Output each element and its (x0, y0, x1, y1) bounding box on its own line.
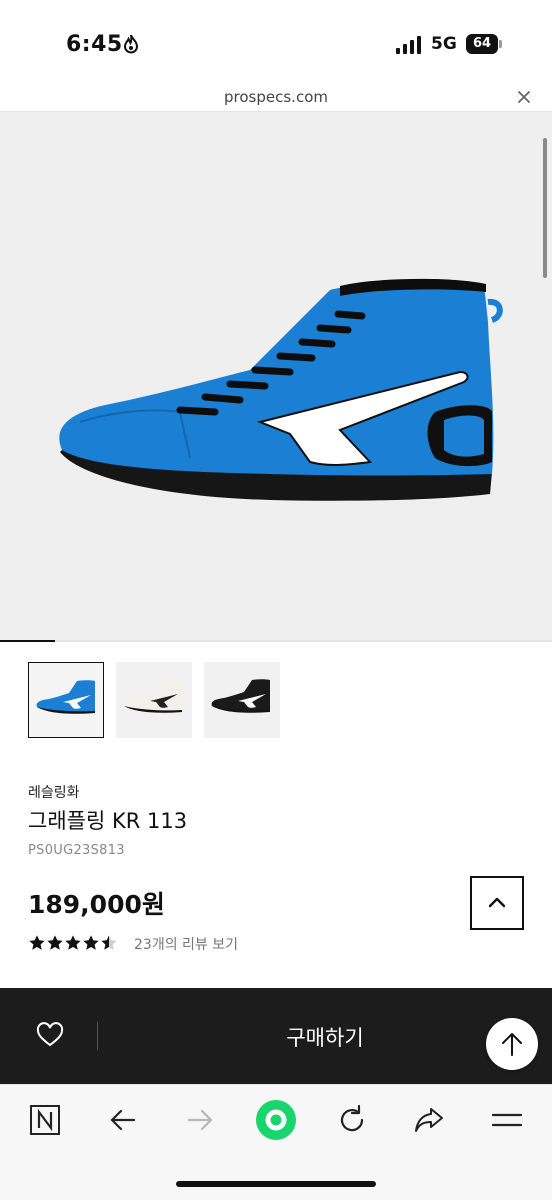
battery-level: 64 (466, 34, 498, 54)
forward-arrow-icon[interactable] (183, 1103, 217, 1137)
home-indicator (176, 1181, 376, 1187)
product-image[interactable] (40, 262, 510, 532)
product-image-gallery[interactable] (0, 112, 552, 640)
battery-icon: 64 (466, 34, 502, 54)
product-category[interactable]: 레슬링화 (28, 782, 80, 802)
thumbnail-variant[interactable] (204, 662, 280, 738)
cellular-signal-icon (396, 36, 421, 54)
gallery-progress-fill (0, 640, 56, 642)
chevron-up-icon (488, 897, 506, 908)
network-type: 5G (431, 34, 457, 54)
thumbnail-variant[interactable] (116, 662, 192, 738)
url-text[interactable]: prospecs.com (0, 88, 552, 106)
star-icon (65, 935, 81, 950)
back-arrow-icon[interactable] (106, 1103, 140, 1137)
product-name: 그래플링 KR 113 (28, 809, 188, 833)
product-code: PS0UG23S813 (28, 843, 125, 858)
url-bar[interactable]: prospecs.com (0, 86, 552, 112)
heart-icon[interactable] (36, 1022, 64, 1048)
status-bar: 6:45 5G 64 (0, 0, 552, 86)
star-icon (101, 935, 117, 950)
flame-icon (123, 34, 139, 54)
thumbnail-variant[interactable] (28, 662, 104, 738)
gallery-progress (0, 640, 552, 642)
naver-home-icon[interactable] (28, 1103, 62, 1137)
review-link[interactable]: 23개의 리뷰 보기 (134, 934, 238, 954)
scroll-to-top-button[interactable] (486, 1018, 538, 1070)
purchase-bar: 구매하기 (0, 988, 552, 1084)
product-price: 189,000원 (28, 890, 165, 919)
scroll-up-button[interactable] (470, 876, 524, 930)
close-icon[interactable] (514, 87, 534, 107)
green-dot-icon[interactable] (255, 1099, 297, 1141)
buy-button[interactable]: 구매하기 (190, 1022, 460, 1052)
thumbnail-shoe-image (36, 680, 95, 714)
arrow-up-icon (502, 1033, 522, 1056)
star-icon (29, 935, 45, 950)
purchase-divider (97, 1022, 98, 1050)
refresh-icon[interactable] (335, 1103, 369, 1137)
share-icon[interactable] (412, 1103, 446, 1137)
menu-icon[interactable] (490, 1103, 524, 1137)
scroll-indicator (543, 138, 547, 278)
thumbnail-shoe-image (123, 679, 182, 713)
star-icon (47, 935, 63, 950)
thumbnail-shoe-image (211, 679, 270, 713)
star-icon (83, 935, 99, 950)
status-time: 6:45 (66, 32, 123, 57)
